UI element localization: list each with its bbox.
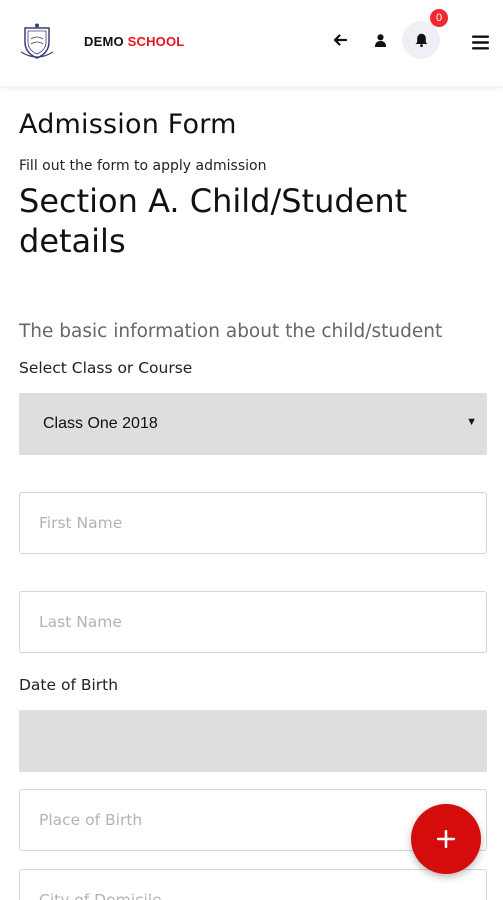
school-crest-icon [20, 23, 54, 59]
class-select-value: Class One 2018 [43, 415, 158, 432]
page-subtitle: Fill out the form to apply admission [19, 158, 267, 174]
dropdown-caret-icon: ▼ [466, 416, 477, 428]
top-app-bar: DEMO SCHOOL 0 [0, 0, 503, 86]
plus-icon [437, 830, 455, 848]
section-description: The basic information about the child/st… [19, 321, 443, 342]
brand-name-first: DEMO [84, 34, 124, 49]
profile-button[interactable] [369, 29, 391, 51]
class-select[interactable]: Class One 2018 ▼ [19, 393, 487, 455]
notification-count-badge: 0 [430, 9, 448, 27]
user-icon [374, 33, 386, 47]
notifications-button[interactable] [402, 21, 440, 59]
dob-label: Date of Birth [19, 676, 119, 694]
bell-icon [415, 33, 427, 47]
last-name-input[interactable] [19, 591, 487, 653]
school-logo[interactable] [17, 22, 57, 62]
dob-input[interactable] [19, 710, 487, 772]
brand-name-second: SCHOOL [127, 34, 185, 49]
hamburger-menu-icon [471, 35, 489, 49]
section-title: Section A. Child/Student details [19, 182, 408, 260]
menu-button[interactable] [468, 31, 492, 53]
add-fab-button[interactable] [411, 804, 481, 874]
brand-name: DEMO SCHOOL [84, 34, 184, 49]
first-name-input[interactable] [19, 492, 487, 554]
city-of-domicile-input[interactable] [19, 869, 487, 900]
back-button[interactable] [328, 28, 352, 52]
page-title: Admission Form [19, 109, 237, 140]
class-select-label: Select Class or Course [19, 359, 193, 377]
arrow-left-icon [333, 34, 347, 46]
